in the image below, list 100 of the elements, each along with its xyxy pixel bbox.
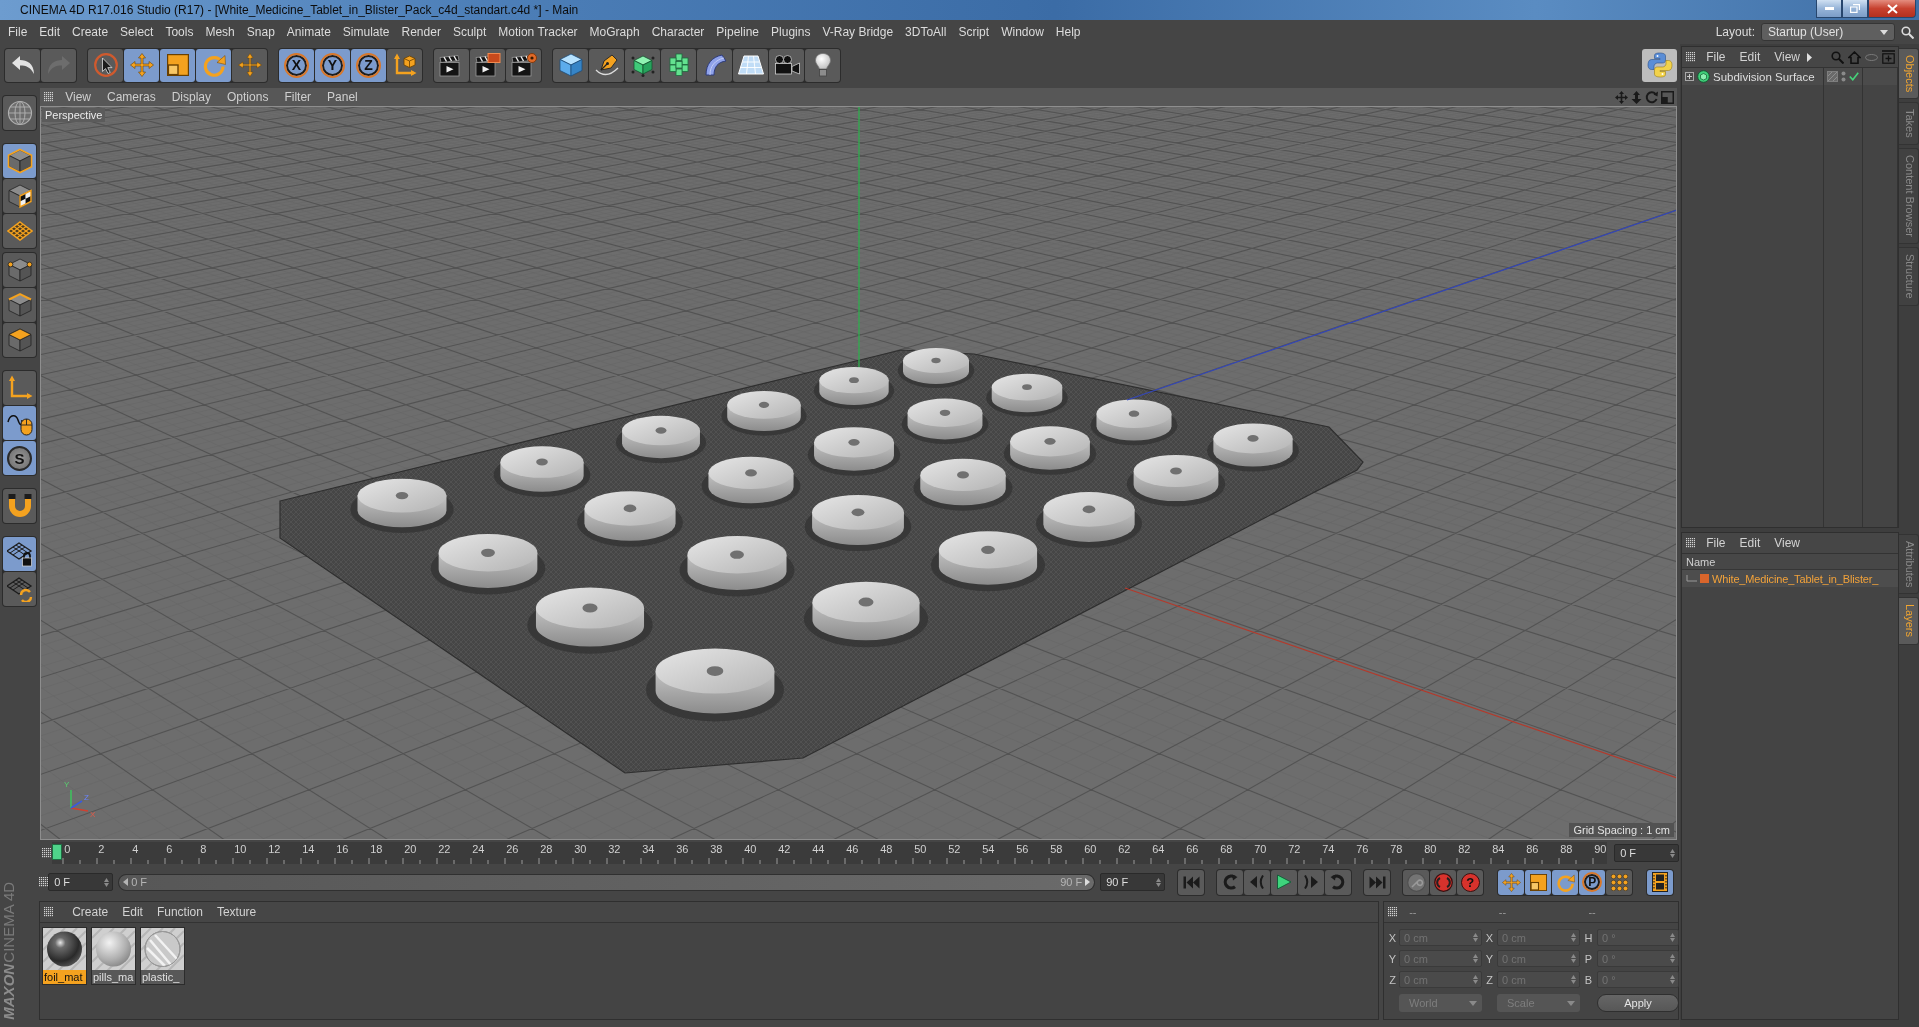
menu-item[interactable]: Create xyxy=(66,22,115,42)
play-button[interactable] xyxy=(1271,869,1298,895)
rotate-button[interactable] xyxy=(196,48,231,82)
menu-item[interactable]: Snap xyxy=(240,22,281,42)
rotation-key-button[interactable] xyxy=(1552,869,1579,895)
menu-item[interactable]: 3DToAll xyxy=(899,22,953,42)
snap-mode-button[interactable]: S xyxy=(3,441,36,475)
playhead-marker[interactable] xyxy=(52,844,63,860)
menu-item[interactable]: File xyxy=(2,22,34,42)
menu-item[interactable]: Tools xyxy=(159,22,200,42)
undo-button[interactable] xyxy=(5,48,40,82)
python-button[interactable] xyxy=(1642,48,1677,82)
panel-menu-item[interactable]: File xyxy=(1699,50,1733,64)
snapping-button[interactable] xyxy=(3,489,36,523)
move-button[interactable] xyxy=(124,48,159,82)
panel-menu-item[interactable]: View xyxy=(1767,50,1807,64)
recent-tool-button[interactable] xyxy=(232,48,267,82)
workplane-mode-button[interactable] xyxy=(3,214,36,248)
material-tile[interactable]: plastic_ xyxy=(140,927,185,985)
menu-item[interactable]: Animate xyxy=(280,22,337,42)
range-start-handle[interactable]: 0 F xyxy=(123,876,148,888)
menu-item[interactable]: Motion Tracker xyxy=(492,22,584,42)
scale-key-button[interactable] xyxy=(1525,869,1552,895)
texture-mode-button[interactable] xyxy=(3,179,36,213)
position-key-button[interactable] xyxy=(1498,869,1525,895)
viewport-menu-item[interactable]: View xyxy=(57,90,99,104)
panel-menu-item[interactable]: Edit xyxy=(115,905,150,919)
pen-button[interactable] xyxy=(589,48,624,82)
panel-menu-item[interactable]: Create xyxy=(65,905,116,919)
viewport-menu-item[interactable]: Display xyxy=(163,90,220,104)
menu-item[interactable]: Window xyxy=(995,22,1050,42)
menu-item[interactable]: Help xyxy=(1049,22,1087,42)
subdivision-button[interactable] xyxy=(625,48,660,82)
lock-workplane-button[interactable] xyxy=(3,537,36,571)
render-picture-button[interactable] xyxy=(470,48,505,82)
current-frame-field[interactable]: 0 F xyxy=(1614,844,1680,862)
preview-range-slider[interactable]: 0 F 90 F xyxy=(118,873,1096,891)
cloner-button[interactable] xyxy=(661,48,696,82)
align-workplane-button[interactable] xyxy=(3,572,36,606)
minimize-button[interactable] xyxy=(1816,0,1842,18)
globe-button[interactable] xyxy=(3,96,36,130)
points-mode-button[interactable] xyxy=(3,253,36,287)
panel-menu-item[interactable]: Function xyxy=(149,905,210,919)
previous-key-button[interactable] xyxy=(1217,869,1244,895)
panel-menu-item[interactable]: Edit xyxy=(1732,536,1768,550)
viewport-menu-item[interactable]: Panel xyxy=(319,90,366,104)
menu-item[interactable]: Select xyxy=(114,22,160,42)
model-mode-button[interactable] xyxy=(3,144,36,178)
layout-dropdown[interactable]: Startup (User) xyxy=(1761,23,1895,41)
menu-item[interactable]: Render xyxy=(395,22,447,42)
polygons-mode-button[interactable] xyxy=(3,323,36,357)
point-level-key-button[interactable] xyxy=(1606,869,1633,895)
parameter-key-button[interactable]: P xyxy=(1579,869,1606,895)
menu-item[interactable]: Edit xyxy=(33,22,67,42)
layer-row[interactable]: White_Medicine_Tablet_in_Blister_ xyxy=(1682,570,1898,587)
menu-item[interactable]: Character xyxy=(645,22,711,42)
dock-tab[interactable]: Objects xyxy=(1899,48,1919,100)
dock-tab[interactable]: Layers xyxy=(1899,597,1919,645)
autokey-button[interactable] xyxy=(1430,869,1457,895)
menu-item[interactable]: Pipeline xyxy=(710,22,766,42)
menu-item[interactable]: Script xyxy=(952,22,996,42)
help-button[interactable]: ? xyxy=(1457,869,1484,895)
menu-item[interactable]: MoGraph xyxy=(583,22,646,42)
tweak-mode-button[interactable] xyxy=(3,406,36,440)
timeline-ruler[interactable]: 0 2 4 6 8 10 12 14 16 18 20 22 24 26 28 30 32 34 36 38 40 42 44 46 48 50 52 54 56 58 60 62 64 66 68 70 72 74 76 78 80 82 84 86 88 90 xyxy=(52,842,1608,864)
floor-button[interactable] xyxy=(733,48,768,82)
panel-menu-item[interactable]: File xyxy=(1699,536,1733,550)
menu-item[interactable]: Sculpt xyxy=(446,22,493,42)
next-key-button[interactable] xyxy=(1325,869,1352,895)
menu-item[interactable]: Mesh xyxy=(199,22,241,42)
panel-menu-item[interactable]: Texture xyxy=(209,905,264,919)
go-to-end-button[interactable] xyxy=(1364,869,1391,895)
viewport-menu-item[interactable]: Filter xyxy=(276,90,320,104)
object-row[interactable]: Subdivision Surface xyxy=(1682,68,1898,85)
render-settings-button[interactable] xyxy=(506,48,541,82)
panel-menu-item[interactable]: Edit xyxy=(1732,50,1768,64)
menu-item[interactable]: Plugins xyxy=(765,22,817,42)
go-to-start-button[interactable] xyxy=(1178,869,1205,895)
render-view-button[interactable] xyxy=(434,48,469,82)
deformer-button[interactable] xyxy=(697,48,732,82)
edges-mode-button[interactable] xyxy=(3,288,36,322)
cube-button[interactable] xyxy=(553,48,588,82)
start-frame-field[interactable]: 0 F xyxy=(48,873,114,891)
menu-item[interactable]: V-Ray Bridge xyxy=(816,22,900,42)
timeline-button[interactable] xyxy=(1647,869,1674,895)
axis-mode-button[interactable] xyxy=(3,371,36,405)
material-tile[interactable]: pills_ma xyxy=(91,927,136,985)
coordinate-system-button[interactable] xyxy=(387,48,422,82)
scale-button[interactable] xyxy=(160,48,195,82)
material-tile[interactable]: foil_mat xyxy=(42,927,87,985)
live-selection-button[interactable] xyxy=(88,48,123,82)
close-button[interactable] xyxy=(1868,0,1916,18)
end-frame-field[interactable]: 90 F xyxy=(1100,873,1166,891)
camera-button[interactable] xyxy=(769,48,804,82)
axis-lock-button[interactable]: Y xyxy=(315,48,350,82)
axis-lock-button[interactable]: Z xyxy=(351,48,386,82)
light-button[interactable] xyxy=(805,48,840,82)
panel-menu-item[interactable]: View xyxy=(1767,536,1807,550)
3d-viewport[interactable]: Perspective Y Z X Grid Spacing : 1 cm xyxy=(40,106,1677,840)
menu-item[interactable]: Simulate xyxy=(336,22,396,42)
